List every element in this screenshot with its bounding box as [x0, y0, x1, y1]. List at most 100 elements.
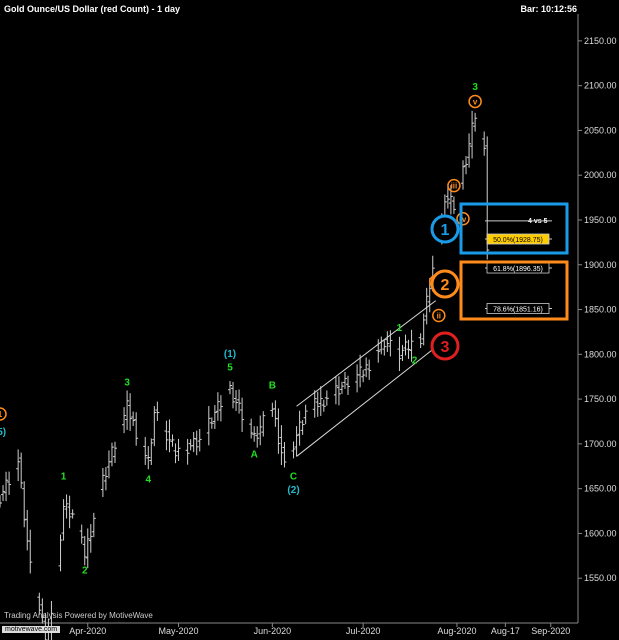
y-tick-label: 1950.00	[584, 215, 617, 225]
fib-level-label: 78.6%(1851.16)	[493, 307, 543, 314]
ohlc-bar	[85, 528, 90, 569]
ohlc-bar	[282, 442, 287, 468]
gold-price-chart: 2150.00 2100.00 2050.00 2000.00 1950.00 1900.…	[0, 14, 617, 640]
ohlc-bar	[294, 426, 299, 457]
ohlc-bar	[333, 376, 338, 405]
ohlc-bar	[16, 449, 21, 482]
ohlc-bar	[291, 441, 296, 459]
ohlc-bar	[134, 412, 139, 446]
ohlc-bar	[109, 442, 114, 467]
wave-label: B	[269, 380, 276, 391]
fib-level-label: 61.8%(1896.35)	[493, 266, 543, 273]
ohlc-bar	[91, 512, 96, 538]
ohlc-bar	[397, 336, 402, 371]
ohlc-bar	[258, 415, 263, 446]
ohlc-bar	[173, 443, 178, 464]
ohlc-bar	[125, 390, 130, 430]
y-tick-label: 1600.00	[584, 528, 617, 538]
ohlc-bar	[261, 411, 266, 437]
ohlc-bar	[50, 600, 54, 640]
ohlc-bar	[185, 438, 190, 465]
wave-label: 3	[124, 378, 130, 389]
ohlc-bar	[100, 467, 105, 498]
y-tick-label: 1550.00	[584, 573, 617, 583]
ohlc-bar	[188, 439, 193, 451]
bar-time: Bar: 10:12:56	[520, 4, 577, 14]
ohlc-bar	[312, 390, 317, 418]
ohlc-bar	[255, 426, 260, 448]
fib-level-label: 50.0%(1928.75)	[493, 237, 543, 244]
ohlc-bar	[155, 401, 160, 421]
y-tick-label: 2050.00	[584, 125, 617, 135]
ohlc-bar	[303, 404, 308, 425]
wave-label: (1)	[224, 349, 236, 360]
wave-label: 2	[412, 355, 418, 366]
ohlc-bar	[197, 429, 202, 452]
wave-label: iii	[451, 182, 458, 191]
channel-line	[296, 300, 437, 407]
ohlc-bar	[112, 441, 117, 464]
wave-label: A	[251, 449, 258, 460]
ohlc-bar	[364, 357, 369, 378]
ohlc-bar	[382, 340, 387, 356]
wave-label: ii	[437, 312, 441, 321]
ohlc-bar	[194, 430, 199, 456]
ohlc-bar	[418, 333, 423, 349]
ohlc-bar	[467, 133, 472, 168]
ohlc-bar	[209, 417, 214, 429]
ohlc-bar	[218, 395, 223, 422]
ohlc-bar	[279, 425, 284, 466]
price-bars	[0, 110, 490, 640]
ohlc-bar	[215, 392, 220, 421]
ohlc-bar	[227, 381, 232, 395]
ohlc-bar	[276, 408, 281, 454]
y-tick-label: 1650.00	[584, 484, 617, 494]
ohlc-bar	[234, 390, 239, 411]
motivewave-logo: motivewave.com	[2, 626, 61, 633]
ohlc-bar	[176, 438, 181, 461]
ohlc-bar	[25, 509, 30, 551]
y-tick-label: 2100.00	[584, 81, 617, 91]
ohlc-bar	[19, 452, 24, 489]
wave-annotations: 1(5)1234(1)5ABC(2)12iiiiiiiv3v4 vs 550.0…	[0, 82, 569, 577]
ohlc-bar	[315, 391, 320, 417]
wave-label: 4	[146, 474, 152, 485]
footer-credit: Trading Analysis Powered by MotiveWave	[4, 611, 153, 620]
ohlc-bar	[252, 426, 257, 442]
x-tick-label: Aug-2020	[437, 626, 476, 636]
ohlc-bar	[461, 160, 466, 190]
ohlc-bar	[321, 399, 326, 412]
ohlc-bar	[128, 393, 133, 431]
ohlc-bar	[270, 402, 275, 417]
ohlc-bar	[22, 481, 27, 528]
ohlc-bar	[79, 524, 84, 544]
y-tick-label: 1900.00	[584, 260, 617, 270]
ohlc-bar	[149, 438, 154, 466]
ohlc-bar	[385, 331, 390, 352]
ohlc-bar	[361, 369, 366, 383]
ohlc-bar	[122, 407, 127, 434]
ohlc-bar	[167, 419, 172, 453]
ohlc-bar	[0, 495, 2, 508]
wave-label: C	[290, 472, 297, 483]
ohlc-bar	[339, 381, 344, 394]
ohlc-bar	[146, 446, 151, 470]
wave-label: v	[473, 97, 478, 106]
y-tick-label: 2000.00	[584, 170, 617, 180]
ohlc-bar	[482, 131, 487, 156]
ohlc-bar	[152, 406, 157, 447]
ohlc-bar	[67, 495, 72, 529]
chart-title: Gold Ounce/US Dollar (red Count) - 1 day	[4, 4, 181, 14]
scenario-box-blue	[459, 202, 569, 255]
ohlc-bar	[403, 334, 408, 356]
wave-label: 3	[472, 82, 478, 93]
scenario-marker-label: 2	[441, 277, 450, 294]
wave-label: (2)	[287, 485, 299, 496]
ohlc-bar	[7, 471, 12, 495]
ohlc-bar	[470, 110, 475, 159]
wave-label: 5	[227, 362, 233, 373]
axes: 2150.00 2100.00 2050.00 2000.00 1950.00 1900.…	[0, 14, 617, 636]
y-tick-label: 1800.00	[584, 349, 617, 359]
ohlc-bar	[61, 499, 66, 541]
y-tick-label: 2150.00	[584, 36, 617, 46]
